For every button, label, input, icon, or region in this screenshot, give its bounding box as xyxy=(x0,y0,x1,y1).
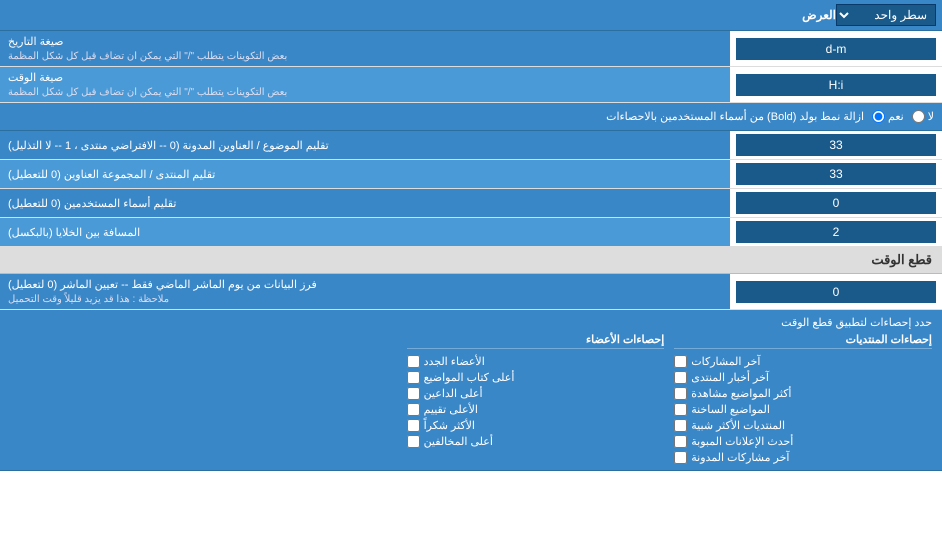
forum-stats-cb-2[interactable] xyxy=(674,387,687,400)
checkbox-item: المواضيع الساخنة xyxy=(674,403,932,416)
bold-names-label: ازالة نمط بولد (Bold) من أسماء المستخدمي… xyxy=(8,110,864,123)
cell-distance-input[interactable]: 2 xyxy=(736,221,936,243)
checkbox-item: آخر مشاركات المدونة xyxy=(674,451,932,464)
time-format-label: صيغة الوقت بعض التكوينات يتطلب "/" التي … xyxy=(0,67,730,102)
date-format-input[interactable]: d-m xyxy=(736,38,936,60)
radio-yes[interactable]: نعم xyxy=(872,110,904,123)
member-stats-cb-0[interactable] xyxy=(407,355,420,368)
topic-forum-align-label: تقليم الموضوع / العناوين المدونة (0 -- ا… xyxy=(0,131,730,159)
cutoff-value-label: فرز البيانات من يوم الماشر الماضي فقط --… xyxy=(0,274,730,309)
time-format-input[interactable]: H:i xyxy=(736,74,936,96)
forum-stats-cb-4[interactable] xyxy=(674,419,687,432)
checkbox-item: آخر أخبار المنتدى xyxy=(674,371,932,384)
time-format-row: H:i صيغة الوقت بعض التكوينات يتطلب "/" ا… xyxy=(0,67,942,103)
checkboxes-columns: إحصاءات المنتديات آخر المشاركات آخر أخبا… xyxy=(10,333,932,464)
forum-stats-header: إحصاءات المنتديات xyxy=(674,333,932,349)
checkbox-item: أكثر المواضيع مشاهدة xyxy=(674,387,932,400)
display-select[interactable]: سطر واحدسطرينثلاثة أسطر xyxy=(836,4,936,26)
forum-stats-col: إحصاءات المنتديات آخر المشاركات آخر أخبا… xyxy=(674,333,932,464)
cell-distance-label: المسافة بين الخلايا (بالبكسل) xyxy=(0,218,730,246)
forum-group-align-label: تقليم المنتدى / المجموعة العناوين (0 للت… xyxy=(0,160,730,188)
checkboxes-header: حدد إحصاءات لتطبيق قطع الوقت xyxy=(10,316,932,329)
cutoff-value-row: 0 فرز البيانات من يوم الماشر الماضي فقط … xyxy=(0,274,942,310)
forum-group-align-row: 33 تقليم المنتدى / المجموعة العناوين (0 … xyxy=(0,160,942,189)
forum-stats-cb-3[interactable] xyxy=(674,403,687,416)
date-format-row: d-m صيغة التاريخ بعض التكوينات يتطلب "/"… xyxy=(0,31,942,67)
cell-distance-row: 2 المسافة بين الخلايا (بالبكسل) xyxy=(0,218,942,247)
forum-stats-cb-1[interactable] xyxy=(674,371,687,384)
checkbox-item: أعلى المخالفين xyxy=(407,435,665,448)
user-names-trim-input[interactable]: 0 xyxy=(736,192,936,214)
member-stats-cb-4[interactable] xyxy=(407,419,420,432)
checkboxes-header-label: حدد إحصاءات لتطبيق قطع الوقت xyxy=(10,316,932,329)
cutoff-section-header: قطع الوقت xyxy=(0,247,942,274)
topic-forum-align-row: 33 تقليم الموضوع / العناوين المدونة (0 -… xyxy=(0,131,942,160)
bold-radio-group: لا نعم xyxy=(872,110,934,123)
main-container: سطر واحدسطرينثلاثة أسطر العرض d-m صيغة ا… xyxy=(0,0,942,471)
forum-stats-cb-5[interactable] xyxy=(674,435,687,448)
member-stats-cb-3[interactable] xyxy=(407,403,420,416)
bold-names-row: لا نعم ازالة نمط بولد (Bold) من أسماء ال… xyxy=(0,103,942,131)
checkbox-item: أحدث الإعلانات المبوبة xyxy=(674,435,932,448)
radio-no[interactable]: لا xyxy=(912,110,934,123)
spacer-col xyxy=(10,333,397,464)
topic-forum-align-input[interactable]: 33 xyxy=(736,134,936,156)
forum-group-align-input[interactable]: 33 xyxy=(736,163,936,185)
cutoff-value-input[interactable]: 0 xyxy=(736,281,936,303)
member-stats-col: إحصاءات الأعضاء الأعضاء الجدد أعلى كتاب … xyxy=(407,333,665,464)
member-stats-cb-5[interactable] xyxy=(407,435,420,448)
checkbox-item: المنتديات الأكثر شبية xyxy=(674,419,932,432)
member-stats-cb-2[interactable] xyxy=(407,387,420,400)
checkbox-item: أعلى كتاب المواضيع xyxy=(407,371,665,384)
member-stats-header: إحصاءات الأعضاء xyxy=(407,333,665,349)
checkbox-item: الأعضاء الجدد xyxy=(407,355,665,368)
date-format-label: صيغة التاريخ بعض التكوينات يتطلب "/" الت… xyxy=(0,31,730,66)
member-stats-cb-1[interactable] xyxy=(407,371,420,384)
user-names-trim-row: 0 تقليم أسماء المستخدمين (0 للتعطيل) xyxy=(0,189,942,218)
forum-stats-cb-6[interactable] xyxy=(674,451,687,464)
header-row: سطر واحدسطرينثلاثة أسطر العرض xyxy=(0,0,942,31)
checkboxes-section: حدد إحصاءات لتطبيق قطع الوقت إحصاءات الم… xyxy=(0,310,942,471)
user-names-trim-label: تقليم أسماء المستخدمين (0 للتعطيل) xyxy=(0,189,730,217)
checkbox-item: الأعلى تقييم xyxy=(407,403,665,416)
checkbox-item: الأكثر شكراً xyxy=(407,419,665,432)
forum-stats-cb-0[interactable] xyxy=(674,355,687,368)
checkbox-item: آخر المشاركات xyxy=(674,355,932,368)
header-label: العرض xyxy=(6,8,836,22)
checkbox-item: أعلى الداعين xyxy=(407,387,665,400)
